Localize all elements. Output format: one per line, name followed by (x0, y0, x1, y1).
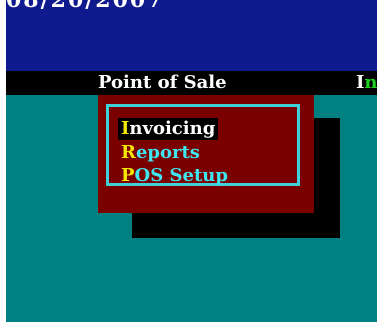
terminal-screen: 08/20/2007 Point of Sale In Invoicing Re… (6, 0, 377, 322)
date-display: 08/20/2007 (6, 0, 165, 13)
menu-item-reports[interactable]: Reports (118, 142, 203, 164)
point-of-sale-dropdown: Invoicing Reports POS Setup (98, 95, 314, 213)
menu-bar: Point of Sale In (6, 71, 377, 95)
menu-item-hotkey: P (121, 165, 135, 186)
menubar-item-label-rest: n (364, 72, 377, 93)
menubar-item-inventory[interactable]: In (356, 71, 377, 95)
menu-item-label: eports (135, 142, 200, 163)
menubar-item-label: Point (98, 72, 152, 93)
menubar-item-point-of-sale[interactable]: Point of Sale (98, 71, 227, 95)
header-area: 08/20/2007 (6, 0, 377, 71)
menu-item-pos-setup[interactable]: POS Setup (118, 165, 231, 187)
menu-item-invoicing[interactable]: Invoicing (118, 118, 219, 140)
menubar-item-label-rest: of Sale (151, 72, 227, 93)
menu-item-label: OS Setup (134, 165, 228, 186)
menu-item-hotkey: R (121, 142, 136, 163)
menu-item-label: nvoicing (129, 118, 216, 139)
